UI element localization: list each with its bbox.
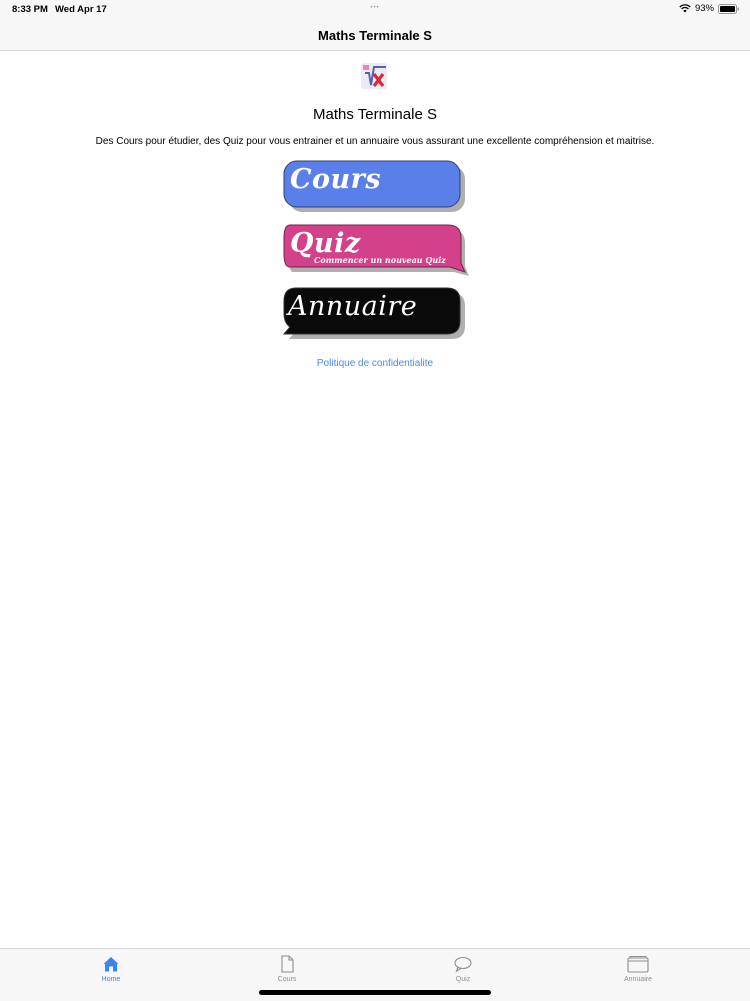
tab-home[interactable]: Home	[71, 955, 151, 983]
description-text: Des Cours pour étudier, des Quiz pour vo…	[95, 136, 655, 147]
cours-button-label: Cours	[290, 164, 382, 195]
tab-annuaire[interactable]: Annuaire	[598, 955, 678, 983]
tab-quiz-label: Quiz	[455, 976, 471, 983]
nav-title: Maths Terminale S	[318, 27, 432, 43]
battery-icon	[718, 3, 739, 14]
house-icon	[103, 957, 119, 972]
quiz-button-subtitle: Commencer un nouveau Quiz	[314, 255, 446, 265]
page-title: Maths Terminale S	[313, 106, 437, 123]
status-time: 8:33 PM	[12, 4, 48, 15]
tab-cours[interactable]: Cours	[247, 955, 327, 983]
multitasking-dots-icon: •••	[370, 5, 380, 11]
home-indicator[interactable]	[259, 990, 491, 995]
navigation-bar: Maths Terminale S	[0, 20, 750, 51]
document-icon	[281, 955, 294, 973]
tab-home-label: Home	[101, 976, 121, 983]
tab-cours-label: Cours	[277, 976, 297, 983]
tab-quiz[interactable]: Quiz	[423, 955, 503, 983]
speech-bubble-icon	[454, 956, 472, 973]
status-bar: 8:33 PM Wed Apr 17 ••• 93%	[0, 0, 750, 20]
tab-annuaire-label: Annuaire	[623, 976, 653, 983]
wifi-icon	[679, 4, 691, 13]
battery-percent: 93%	[694, 3, 714, 14]
folder-icon	[627, 956, 649, 973]
privacy-policy-link[interactable]: Politique de confidentialite	[0, 358, 750, 369]
annuaire-button-label: Annuaire	[288, 291, 418, 322]
cours-button[interactable]: Cours	[283, 160, 465, 212]
app-logo-icon	[361, 63, 387, 89]
quiz-button[interactable]: Quiz Commencer un nouveau Quiz	[283, 224, 469, 276]
annuaire-button[interactable]: Annuaire	[282, 287, 465, 339]
status-date: Wed Apr 17	[55, 4, 107, 15]
status-right: 93%	[679, 3, 740, 14]
